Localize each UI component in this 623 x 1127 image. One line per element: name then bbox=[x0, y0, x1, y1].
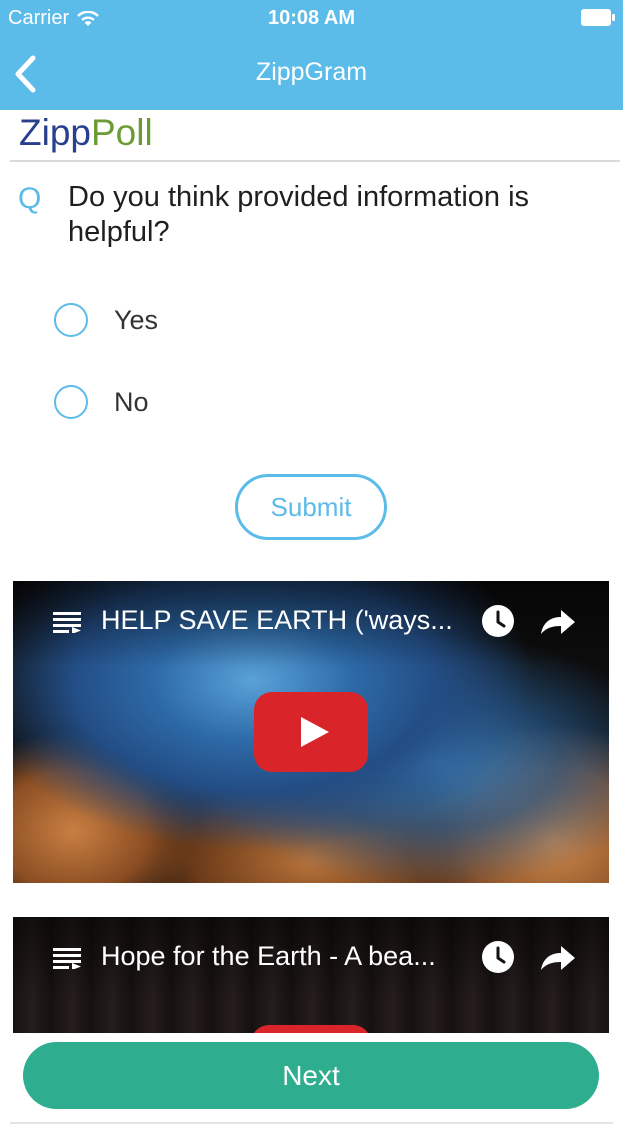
option-yes[interactable]: Yes bbox=[54, 302, 158, 338]
play-button[interactable] bbox=[251, 1025, 371, 1033]
option-no[interactable]: No bbox=[54, 384, 149, 420]
zipppoll-logo: ZippPoll bbox=[19, 112, 153, 154]
logo-part-poll: Poll bbox=[90, 112, 153, 153]
next-button[interactable]: Next bbox=[23, 1042, 599, 1109]
video-player[interactable]: Hope for the Earth - A bea... bbox=[13, 917, 609, 1033]
radio-button[interactable] bbox=[54, 385, 88, 419]
logo-part-zipp: Zipp bbox=[19, 112, 91, 153]
playlist-icon bbox=[53, 948, 81, 969]
divider bbox=[10, 160, 620, 162]
status-time: 10:08 AM bbox=[267, 7, 356, 29]
question-marker: Q bbox=[18, 182, 42, 215]
option-label: No bbox=[114, 386, 149, 417]
watch-later-icon[interactable] bbox=[481, 604, 515, 638]
divider bbox=[10, 1122, 613, 1124]
video-title: Hope for the Earth - A bea... bbox=[101, 941, 436, 971]
option-label: Yes bbox=[114, 304, 159, 335]
share-icon[interactable] bbox=[539, 608, 577, 636]
watch-later-icon[interactable] bbox=[481, 940, 515, 974]
battery-icon bbox=[581, 9, 615, 26]
question-text: Do you think provided information is hel… bbox=[68, 181, 530, 248]
play-button[interactable] bbox=[254, 692, 368, 772]
nav-title: ZippGram bbox=[255, 58, 368, 86]
playlist-icon bbox=[53, 612, 81, 633]
share-icon[interactable] bbox=[539, 944, 577, 972]
video-player[interactable]: HELP SAVE EARTH ('ways... bbox=[13, 581, 609, 883]
video-title: HELP SAVE EARTH ('ways... bbox=[101, 605, 453, 635]
radio-button[interactable] bbox=[54, 303, 88, 337]
submit-button[interactable]: Submit bbox=[235, 474, 387, 540]
nav-bar: ZippGram bbox=[0, 38, 623, 110]
status-bar: Carrier 10:08 AM bbox=[0, 0, 623, 38]
